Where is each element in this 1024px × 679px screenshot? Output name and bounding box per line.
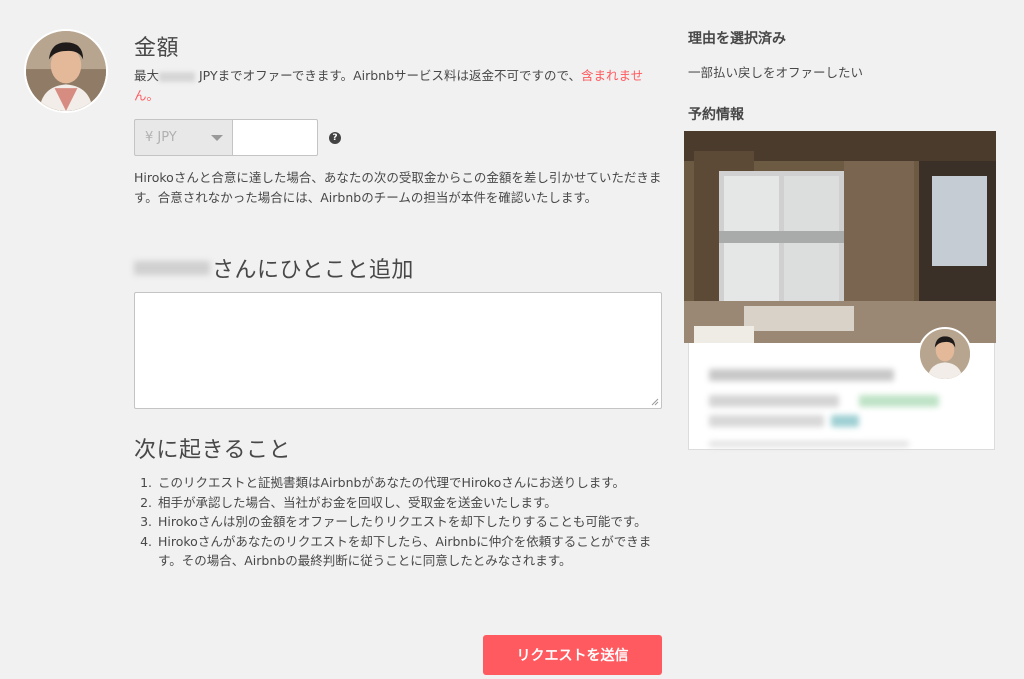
list-item: Hirokoさんがあなたのリクエストを却下したら、Airbnbに仲介を依頼するこ…: [156, 532, 662, 571]
next-steps-heading: 次に起きること: [134, 438, 292, 463]
redacted-listing-title: [709, 369, 894, 381]
next-steps-list: このリクエストと証拠書類はAirbnbがあなたの代理でHirokoさんにお送りし…: [134, 473, 662, 571]
help-icon[interactable]: ?: [329, 131, 341, 144]
listing-photo-image: [684, 131, 996, 343]
booking-heading: 予約情報: [688, 107, 744, 123]
resize-handle-icon[interactable]: [651, 398, 659, 406]
max-suffix: JPYまでオファーできます。Airbnbサービス料は返金不可ですので、: [195, 68, 582, 83]
currency-value: ¥ JPY: [145, 130, 177, 145]
message-textarea[interactable]: [134, 292, 662, 409]
max-amount-text: 最大 JPYまでオファーできます。Airbnbサービス料は返金不可ですので、含ま…: [134, 66, 659, 106]
message-heading: さんにひとこと追加: [134, 252, 414, 284]
redacted-listing-meta: [709, 415, 824, 427]
currency-select[interactable]: ¥ JPY: [134, 119, 232, 156]
redacted-listing-detail: [709, 395, 839, 407]
host-avatar-image: [920, 329, 970, 379]
host-avatar: [918, 327, 972, 381]
listing-photo: [684, 131, 996, 343]
amount-input[interactable]: [232, 119, 318, 156]
send-request-button[interactable]: リクエストを送信: [483, 635, 662, 675]
amount-heading: 金額: [134, 36, 180, 61]
redacted-name: [134, 261, 210, 275]
redacted-footer: [709, 441, 909, 447]
list-item: Hirokoさんは別の金額をオファーしたりリクエストを却下したりすることも可能で…: [156, 512, 662, 532]
amount-row: ¥ JPY ?: [134, 119, 341, 156]
user-avatar: [24, 29, 108, 113]
agreement-text: Hirokoさんと合意に達した場合、あなたの次の受取金からこの金額を差し引かせて…: [134, 170, 662, 205]
chevron-down-icon: [211, 135, 223, 141]
reason-value: 一部払い戻しをオファーしたい: [688, 65, 864, 80]
list-item: このリクエストと証拠書類はAirbnbがあなたの代理でHirokoさんにお送りし…: [156, 473, 662, 493]
listing-card[interactable]: [684, 131, 996, 451]
redacted-badge: [831, 415, 859, 427]
user-avatar-image: [26, 31, 106, 111]
list-item: 相手が承認した場合、当社がお金を回収し、受取金を送金いたします。: [156, 493, 662, 513]
message-heading-text: さんにひとこと追加: [212, 258, 414, 283]
max-prefix: 最大: [134, 68, 160, 83]
redacted-amount: [159, 71, 196, 82]
reason-heading: 理由を選択済み: [688, 31, 786, 47]
redacted-status: [859, 395, 939, 407]
